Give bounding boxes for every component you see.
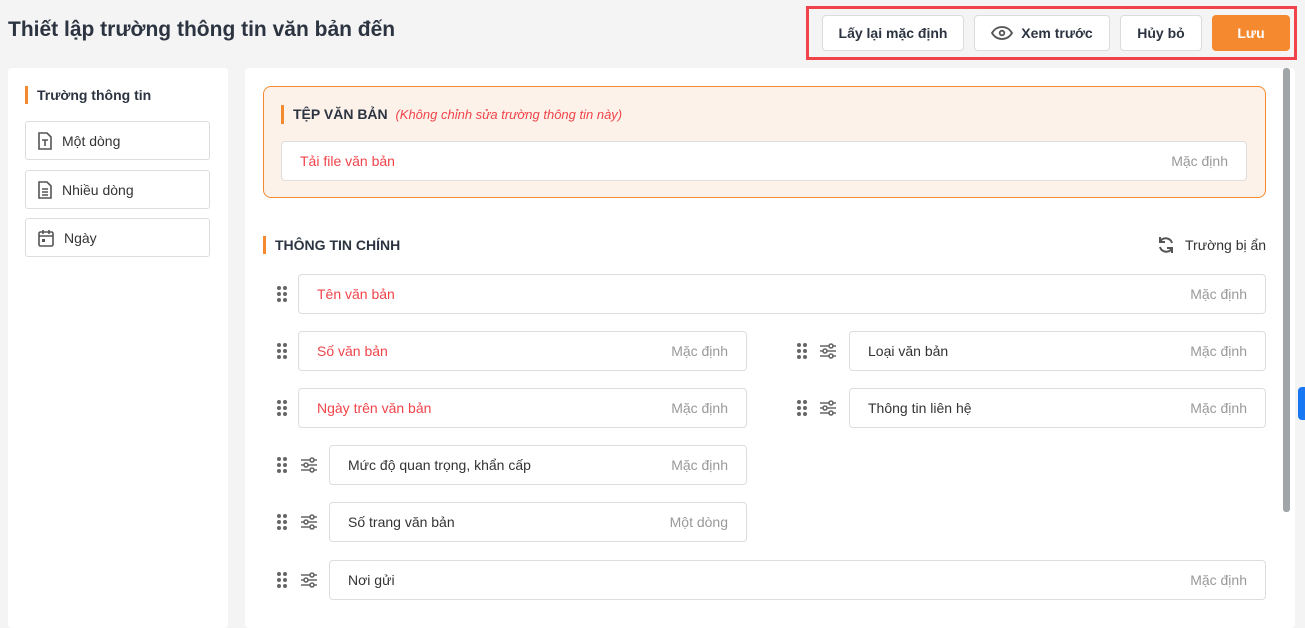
settings-sliders-icon[interactable] — [300, 457, 318, 473]
field-type: Mặc định — [1190, 400, 1247, 416]
file-section-title-text: TỆP VĂN BẢN — [293, 106, 388, 122]
refresh-icon — [1159, 237, 1173, 253]
cancel-button[interactable]: Hủy bỏ — [1120, 15, 1202, 51]
field-type: Mặc định — [671, 343, 728, 359]
field-type: Mặc định — [1190, 286, 1247, 302]
settings-sliders-icon[interactable] — [300, 572, 318, 588]
form-field[interactable]: Số văn bản Mặc định — [298, 331, 747, 371]
file-upload-field[interactable]: Tải file văn bản Mặc định — [281, 141, 1247, 181]
file-section-note: (Không chỉnh sửa trường thông tin này) — [395, 107, 623, 122]
cancel-label: Hủy bỏ — [1137, 25, 1185, 41]
sidebar-item-date[interactable]: Ngày — [25, 218, 210, 257]
reset-default-button[interactable]: Lấy lại mặc định — [822, 15, 964, 51]
sidebar-item-label: Ngày — [64, 229, 97, 246]
field-label: Ngày trên văn bản — [317, 400, 432, 416]
drag-handle-icon[interactable] — [276, 399, 288, 417]
drag-handle-icon[interactable] — [276, 456, 288, 474]
field-label: Số văn bản — [317, 343, 388, 359]
document-icon — [38, 180, 52, 199]
save-label: Lưu — [1237, 25, 1265, 41]
reset-label: Lấy lại mặc định — [838, 25, 948, 41]
hidden-fields-button[interactable]: Trường bị ẩn — [1157, 236, 1266, 254]
sidebar-item-label: Nhiều dòng — [62, 181, 134, 198]
drag-handle-icon[interactable] — [276, 571, 288, 589]
file-section-title: TỆP VĂN BẢN (Không chỉnh sửa trường thôn… — [281, 105, 622, 124]
scrollbar[interactable] — [1283, 68, 1290, 512]
field-label: Mức độ quan trọng, khẩn cấp — [348, 457, 531, 473]
drag-handle-icon[interactable] — [796, 342, 808, 360]
field-type: Mặc định — [1171, 153, 1228, 169]
field-type: Mặc định — [671, 457, 728, 473]
field-label: Tên văn bản — [317, 286, 395, 302]
file-section: TỆP VĂN BẢN (Không chỉnh sửa trường thôn… — [263, 86, 1266, 198]
sidebar-item-multi-line[interactable]: Nhiều dòng — [25, 170, 210, 209]
settings-sliders-icon[interactable] — [819, 343, 837, 359]
settings-sliders-icon[interactable] — [819, 400, 837, 416]
field-type: Mặc định — [1190, 572, 1247, 588]
form-field[interactable]: Nơi gửi Mặc định — [329, 560, 1266, 600]
form-field[interactable]: Tên văn bản Mặc định — [298, 274, 1266, 314]
preview-button[interactable]: Xem trước — [974, 15, 1110, 51]
field-label: Thông tin liên hệ — [868, 400, 972, 416]
field-type: Mặc định — [671, 400, 728, 416]
drag-handle-icon[interactable] — [276, 513, 288, 531]
field-label: Số trang văn bản — [348, 514, 455, 530]
settings-sliders-icon[interactable] — [300, 514, 318, 530]
preview-label: Xem trước — [1021, 25, 1093, 41]
side-toggle-tab[interactable] — [1298, 387, 1305, 420]
sidebar-item-label: Một dòng — [62, 132, 121, 149]
form-field[interactable]: Loại văn bản Mặc định — [849, 331, 1266, 371]
form-field[interactable]: Ngày trên văn bản Mặc định — [298, 388, 747, 428]
sidebar-item-single-line[interactable]: Một dòng — [25, 121, 210, 160]
field-type: Một dòng — [669, 514, 728, 530]
field-label: Nơi gửi — [348, 572, 395, 588]
form-field[interactable]: Mức độ quan trọng, khẩn cấp Mặc định — [329, 445, 747, 485]
eye-icon — [991, 26, 1014, 40]
field-label: Tải file văn bản — [300, 153, 395, 169]
form-field[interactable]: Số trang văn bản Một dòng — [329, 502, 747, 542]
page-title: Thiết lập trường thông tin văn bản đến — [8, 18, 396, 41]
field-type: Mặc định — [1190, 343, 1247, 359]
drag-handle-icon[interactable] — [796, 399, 808, 417]
form-field[interactable]: Thông tin liên hệ Mặc định — [849, 388, 1266, 428]
drag-handle-icon[interactable] — [276, 342, 288, 360]
text-file-icon — [38, 131, 52, 150]
field-label: Loại văn bản — [868, 343, 949, 359]
hidden-fields-label: Trường bị ẩn — [1185, 237, 1267, 253]
calendar-icon — [38, 229, 54, 247]
drag-handle-icon[interactable] — [276, 285, 288, 303]
main-section-title: THÔNG TIN CHÍNH — [263, 236, 400, 254]
save-button[interactable]: Lưu — [1212, 15, 1290, 51]
sidebar-heading: Trường thông tin — [25, 86, 151, 104]
